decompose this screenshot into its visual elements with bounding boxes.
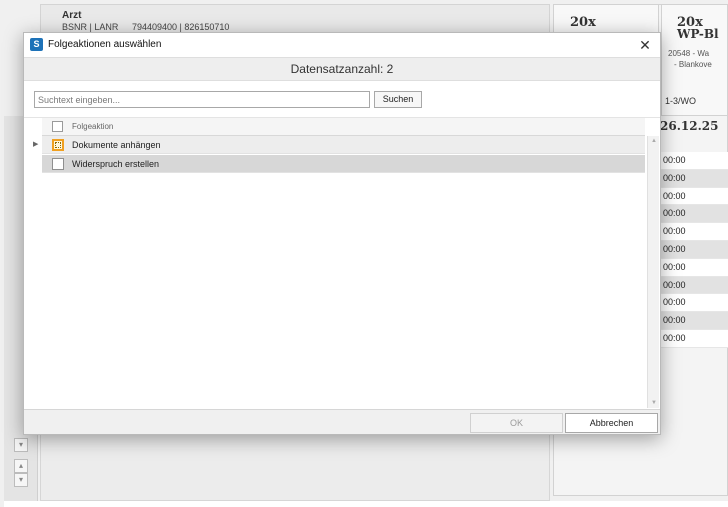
dialog-title: Folgeaktionen auswählen: [48, 39, 162, 50]
tile-a-head: 20x: [570, 15, 596, 30]
tile-b-line1: 20548 - Wa: [668, 49, 710, 58]
bsnr-label: BSNR | LANR: [62, 22, 119, 32]
dialog-footer: OK Abbrechen: [24, 409, 660, 434]
close-icon[interactable]: ✕: [634, 35, 656, 55]
date-header: 26.12.25: [660, 119, 719, 133]
row-label: Widerspruch erstellen: [72, 159, 160, 169]
search-button[interactable]: Suchen: [374, 91, 422, 108]
time-row[interactable]: 00:00: [660, 329, 728, 348]
table-row[interactable]: Widerspruch erstellen: [42, 155, 645, 173]
time-row[interactable]: 00:00: [660, 312, 728, 330]
scroll-down-button[interactable]: ▾: [14, 438, 28, 452]
table-row[interactable]: Dokumente anhängen: [42, 136, 645, 154]
doctor-label: Arzt: [62, 10, 82, 21]
row-label: Dokumente anhängen: [72, 140, 161, 150]
time-row[interactable]: 00:00: [660, 187, 728, 206]
time-row[interactable]: 00:00: [660, 294, 728, 313]
app-logo-icon: S: [30, 38, 43, 51]
row-checkbox[interactable]: [52, 158, 64, 170]
cancel-button[interactable]: Abbrechen: [565, 413, 658, 433]
column-header-folgeaktion[interactable]: Folgeaktion: [72, 122, 113, 131]
ok-button[interactable]: OK: [470, 413, 563, 433]
time-row[interactable]: 00:00: [660, 205, 728, 224]
tile-b-sub: WP-Bl: [677, 27, 719, 41]
time-row[interactable]: 00:00: [660, 240, 728, 259]
search-input[interactable]: [34, 91, 370, 108]
time-row[interactable]: 00:00: [660, 152, 728, 170]
scroll-up-icon[interactable]: ▲: [648, 136, 660, 146]
period-note: 1-3/WO: [665, 96, 697, 106]
folgeaktionen-dialog: S Folgeaktionen auswählen ✕ Datensatzanz…: [23, 32, 661, 435]
scroll-down-icon[interactable]: ▼: [648, 398, 660, 408]
select-all-checkbox[interactable]: [52, 121, 63, 132]
tile-b-line2: - Blankove: [674, 60, 712, 69]
dialog-titlebar[interactable]: S Folgeaktionen auswählen ✕: [24, 33, 660, 57]
vertical-scrollbar[interactable]: ▲ ▼: [647, 136, 659, 408]
record-count: Datensatzanzahl: 2: [24, 57, 660, 81]
bottom-strip: [4, 501, 728, 507]
scroll-down-button[interactable]: ▾: [14, 473, 28, 487]
time-row[interactable]: 00:00: [660, 258, 728, 277]
scroll-up-button[interactable]: ▴: [14, 459, 28, 473]
time-row[interactable]: 00:00: [660, 223, 728, 241]
time-list: 00:00 00:00 00:00 00:00 00:00 00:00 00:0…: [660, 152, 728, 348]
grid-header: Folgeaktion: [42, 118, 645, 136]
time-row[interactable]: 00:00: [660, 169, 728, 188]
row-checkbox[interactable]: [52, 139, 64, 151]
followup-actions-grid: Folgeaktion ▶ Dokumente anhängen Widersp…: [24, 118, 660, 409]
time-row[interactable]: 00:00: [660, 276, 728, 295]
current-row-indicator-icon: ▶: [33, 141, 39, 148]
bsnr-value: 794409400 | 826150710: [132, 22, 230, 32]
